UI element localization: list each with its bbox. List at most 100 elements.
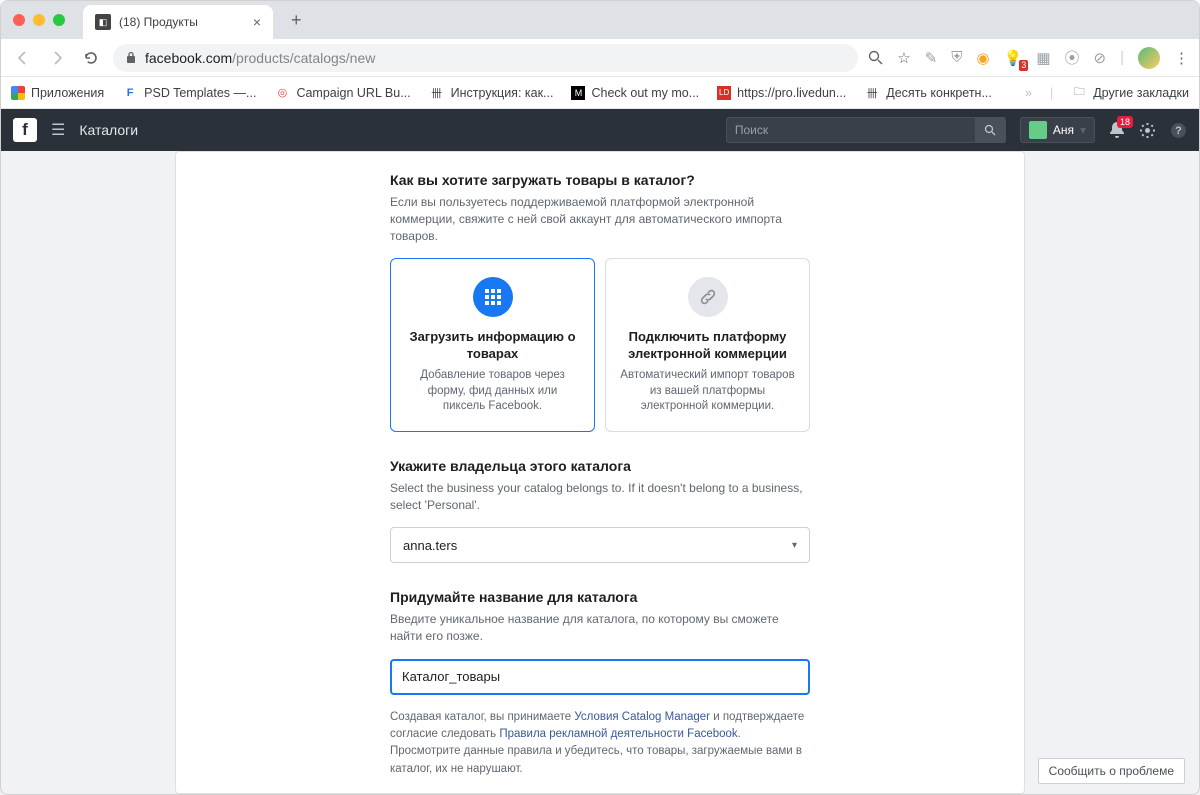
extension-circle-icon[interactable]: ◉ bbox=[977, 49, 990, 67]
option-upload-title: Загрузить информацию о товарах bbox=[405, 329, 580, 363]
nav-reload-button[interactable] bbox=[79, 46, 103, 70]
report-problem-button[interactable]: Сообщить о проблеме bbox=[1038, 758, 1185, 784]
svg-text:?: ? bbox=[1175, 125, 1182, 137]
app-header: f ☰ Каталоги Аня ▾ 18 ? bbox=[1, 109, 1199, 151]
url-bar: facebook.com/products/catalogs/new ☆ ✎ ⛨… bbox=[1, 39, 1199, 77]
legal-text: Создавая каталог, вы принимаете Условия … bbox=[390, 709, 810, 778]
tab-title: (18) Продукты bbox=[119, 15, 198, 29]
header-title[interactable]: Каталоги bbox=[79, 122, 138, 138]
bookmark-label: Десять конкретн... bbox=[886, 86, 992, 100]
catalog-name-input[interactable] bbox=[390, 659, 810, 695]
window-maximize-button[interactable] bbox=[53, 14, 65, 26]
bookmark-favicon-icon: M bbox=[571, 86, 585, 100]
apps-icon bbox=[11, 86, 25, 100]
extension-shield-icon[interactable]: ⛨ bbox=[951, 49, 962, 66]
page-body: Как вы хотите загружать товары в каталог… bbox=[1, 151, 1199, 794]
legal-part: Создавая каталог, вы принимаете bbox=[390, 711, 574, 723]
catalog-name-sub: Введите уникальное название для каталога… bbox=[390, 611, 810, 645]
owner-select[interactable]: anna.ters ▾ bbox=[390, 527, 810, 563]
settings-gear-icon[interactable] bbox=[1139, 122, 1156, 139]
upload-method-heading: Как вы хотите загружать товары в каталог… bbox=[390, 172, 810, 188]
bookmark-ten[interactable]: 卌 Десять конкретн... bbox=[864, 85, 992, 101]
extension-badge-count: 3 bbox=[1019, 60, 1028, 71]
upload-method-sub: Если вы пользуетесь поддерживаемой платф… bbox=[390, 194, 810, 244]
bookmark-favicon-icon: F bbox=[122, 85, 138, 101]
nav-back-button[interactable] bbox=[11, 46, 35, 70]
link-icon bbox=[688, 277, 728, 317]
header-search-input[interactable] bbox=[727, 123, 975, 137]
header-search bbox=[726, 117, 1006, 143]
bookmark-label: PSD Templates —... bbox=[144, 86, 256, 100]
lock-icon bbox=[125, 51, 137, 64]
window-minimize-button[interactable] bbox=[33, 14, 45, 26]
owner-select-value: anna.ters bbox=[403, 538, 457, 553]
legal-link-ad-policy[interactable]: Правила рекламной деятельности Facebook bbox=[499, 728, 737, 740]
bookmark-label: Инструкция: как... bbox=[451, 86, 554, 100]
catalog-name-heading: Придумайте название для каталога bbox=[390, 589, 810, 605]
bookmark-instruction[interactable]: 卌 Инструкция: как... bbox=[429, 85, 554, 101]
bookmark-favicon-icon: ◎ bbox=[274, 85, 290, 101]
notification-count-badge: 18 bbox=[1117, 116, 1133, 128]
browser-tab[interactable]: ◧ (18) Продукты × bbox=[83, 5, 273, 39]
tab-close-icon[interactable]: × bbox=[253, 14, 261, 30]
browser-window: ◧ (18) Продукты × + facebook.com/product… bbox=[0, 0, 1200, 795]
chevron-down-icon: ▾ bbox=[792, 540, 797, 551]
option-connect-title: Подключить платформу электронной коммерц… bbox=[620, 329, 795, 363]
window-close-button[interactable] bbox=[13, 14, 25, 26]
extension-block-icon[interactable]: ⊘ bbox=[1094, 49, 1107, 67]
traffic-lights bbox=[13, 14, 65, 26]
owner-sub: Select the business your catalog belongs… bbox=[390, 480, 810, 514]
catalog-form-card: Как вы хотите загружать товары в каталог… bbox=[175, 151, 1025, 794]
extension-square-icon[interactable]: ▦ bbox=[1036, 49, 1050, 67]
user-menu[interactable]: Аня ▾ bbox=[1020, 117, 1095, 143]
bookmark-psd[interactable]: F PSD Templates —... bbox=[122, 85, 256, 101]
profile-avatar-icon[interactable] bbox=[1138, 47, 1160, 69]
grid-icon bbox=[473, 277, 513, 317]
bookmark-label: https://pro.livedun... bbox=[737, 86, 846, 100]
upload-options-row: Загрузить информацию о товарах Добавлени… bbox=[390, 258, 810, 431]
header-search-button[interactable] bbox=[975, 117, 1005, 143]
notifications-button[interactable]: 18 bbox=[1109, 121, 1125, 139]
bookmark-overflow-icon[interactable]: » bbox=[1025, 86, 1032, 100]
tab-favicon-icon: ◧ bbox=[95, 14, 111, 30]
bookmark-label: Campaign URL Bu... bbox=[296, 86, 410, 100]
toolbar-icons: ☆ ✎ ⛨ ◉ 💡3 ▦ ⦿ ⊘ | ⋮ bbox=[868, 47, 1189, 69]
extension-pen-icon[interactable]: ✎ bbox=[925, 49, 938, 67]
user-avatar-icon bbox=[1029, 121, 1047, 139]
bookmarks-bar: Приложения F PSD Templates —... ◎ Campaign… bbox=[1, 77, 1199, 109]
search-in-page-icon[interactable] bbox=[868, 50, 883, 65]
new-tab-button[interactable]: + bbox=[291, 10, 302, 31]
option-connect-platform[interactable]: Подключить платформу электронной коммерц… bbox=[605, 258, 810, 431]
url-domain: facebook.com bbox=[145, 50, 232, 66]
bookmark-other-folder[interactable]: 🗀Другие закладки bbox=[1071, 85, 1189, 101]
facebook-logo-icon[interactable]: f bbox=[13, 118, 37, 142]
url-path: /products/catalogs/new bbox=[232, 50, 375, 66]
bookmark-favicon-icon: 卌 bbox=[429, 85, 445, 101]
option-upload-desc: Добавление товаров через форму, фид данн… bbox=[405, 368, 580, 415]
hamburger-menu-icon[interactable]: ☰ bbox=[51, 120, 65, 140]
browser-menu-icon[interactable]: ⋮ bbox=[1174, 49, 1189, 67]
owner-heading: Укажите владельца этого каталога bbox=[390, 458, 810, 474]
bookmark-checkout[interactable]: M Check out my mo... bbox=[571, 86, 699, 100]
titlebar: ◧ (18) Продукты × + bbox=[1, 1, 1199, 39]
nav-forward-button[interactable] bbox=[45, 46, 69, 70]
separator: | bbox=[1050, 86, 1053, 100]
help-icon[interactable]: ? bbox=[1170, 122, 1187, 139]
chevron-down-icon: ▾ bbox=[1080, 123, 1086, 137]
bookmark-label: Check out my mo... bbox=[591, 86, 699, 100]
bookmark-livedun[interactable]: LD https://pro.livedun... bbox=[717, 86, 846, 100]
header-actions: 18 ? bbox=[1109, 121, 1187, 139]
option-upload-info[interactable]: Загрузить информацию о товарах Добавлени… bbox=[390, 258, 595, 431]
extension-pin-icon[interactable]: ⦿ bbox=[1065, 47, 1080, 68]
extension-bulb-icon[interactable]: 💡3 bbox=[1004, 49, 1023, 67]
bookmark-favicon-icon: LD bbox=[717, 86, 731, 100]
bookmark-apps[interactable]: Приложения bbox=[11, 86, 104, 100]
bookmark-label: Другие закладки bbox=[1093, 86, 1189, 100]
bookmark-campaign[interactable]: ◎ Campaign URL Bu... bbox=[274, 85, 410, 101]
option-connect-desc: Автоматический импорт товаров из вашей п… bbox=[620, 368, 795, 415]
separator: | bbox=[1120, 49, 1124, 66]
star-bookmark-icon[interactable]: ☆ bbox=[897, 49, 910, 67]
url-field[interactable]: facebook.com/products/catalogs/new bbox=[113, 44, 858, 72]
legal-link-terms[interactable]: Условия Catalog Manager bbox=[574, 711, 710, 723]
bookmark-favicon-icon: 卌 bbox=[864, 85, 880, 101]
